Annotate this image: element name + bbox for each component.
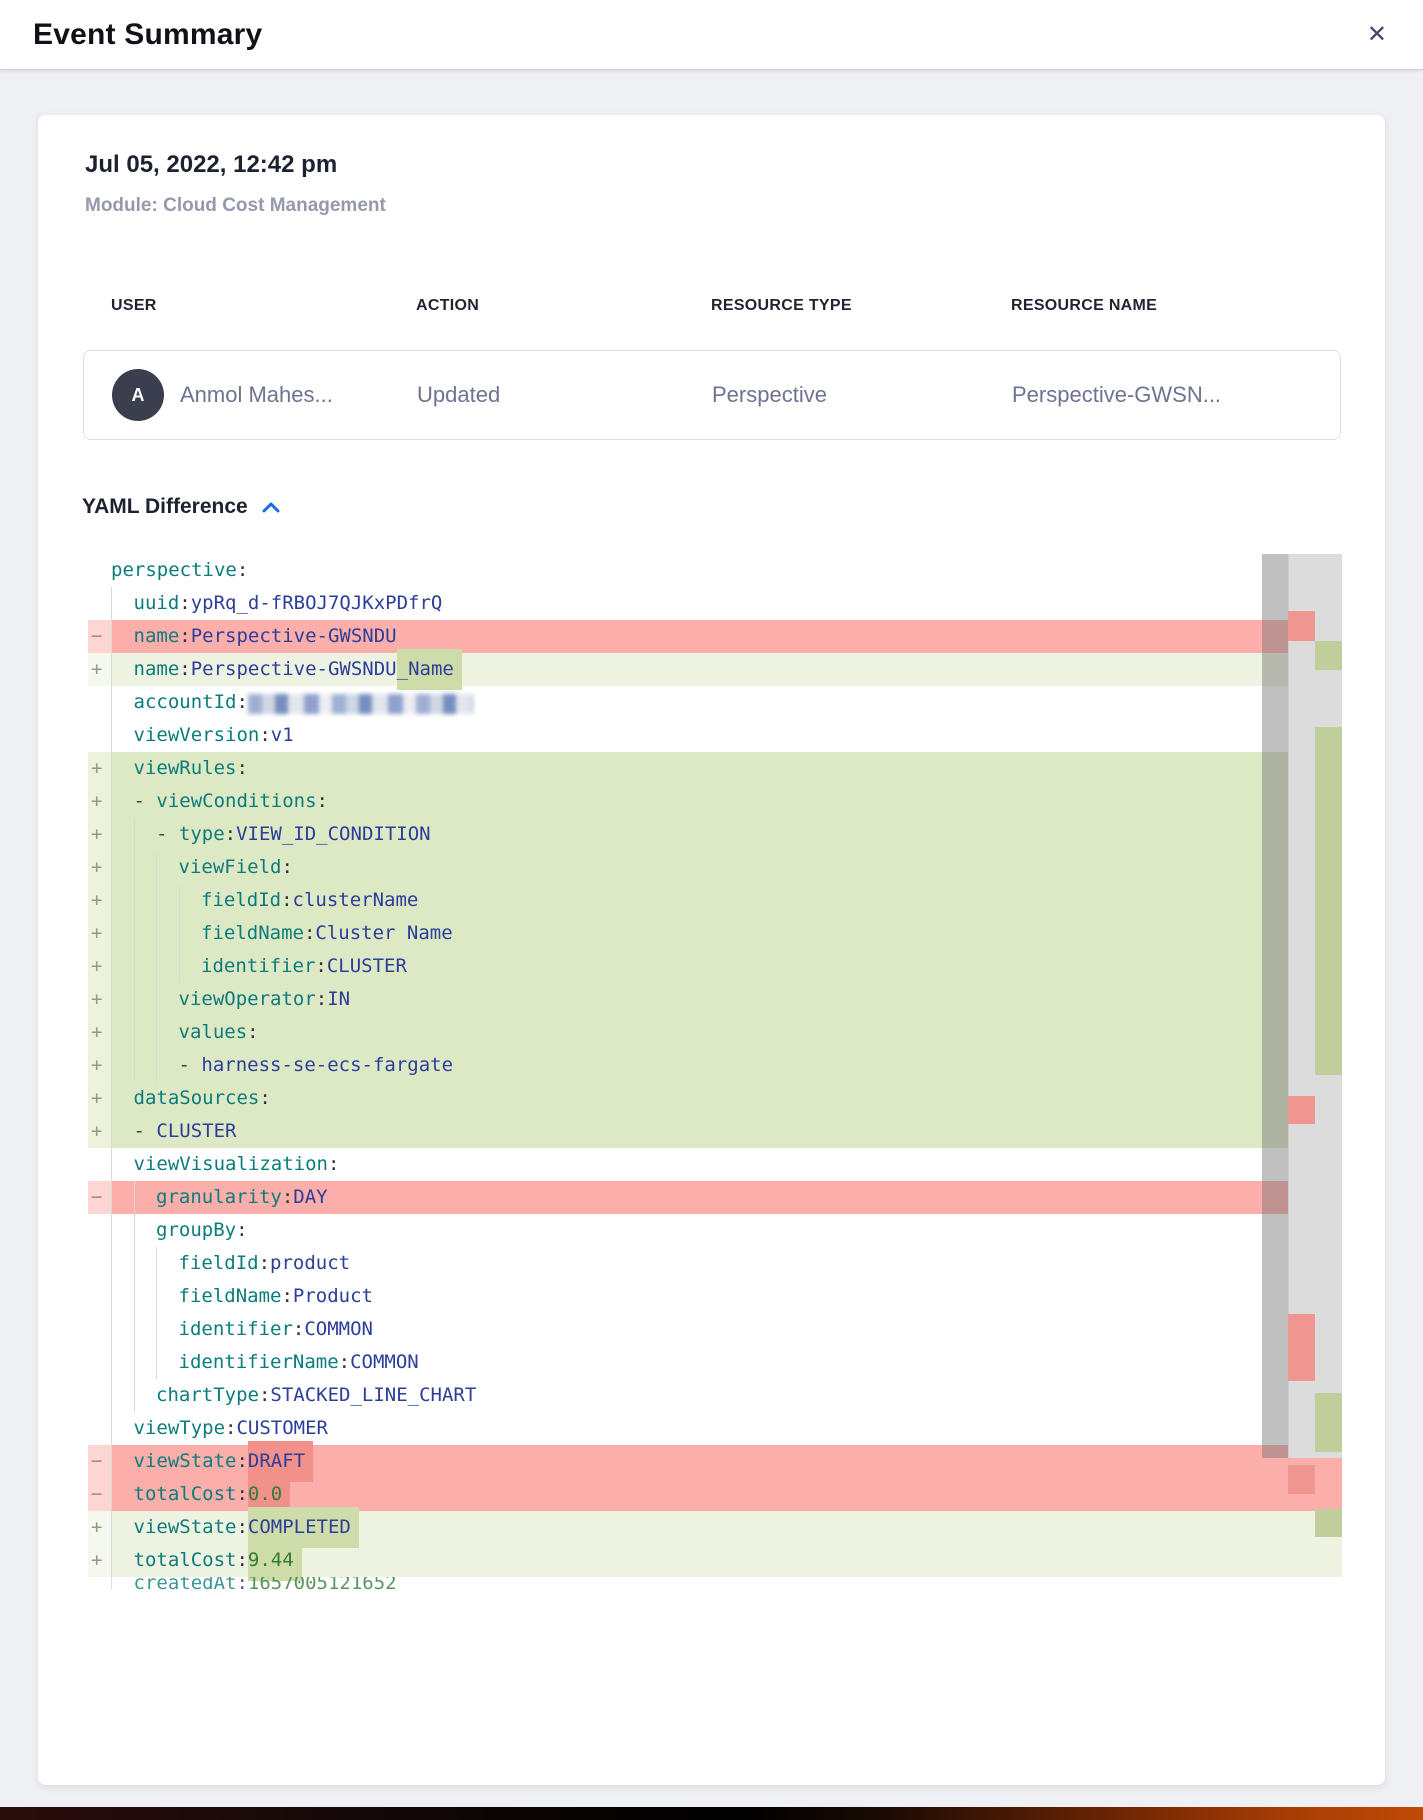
diff-gutter-sign [88,686,111,719]
audit-table-header: USER ACTION RESOURCE TYPE RESOURCE NAME [83,297,1341,315]
diff-gutter-sign: + [88,851,111,884]
diff-line: +fieldId: clusterName [88,884,1342,917]
diff-line: +- viewConditions: [88,785,1342,818]
user-name: Anmol Mahes... [180,382,333,408]
diff-gutter-sign: + [88,983,111,1016]
diff-gutter-sign [88,1148,111,1181]
col-resource-name: RESOURCE NAME [1011,297,1341,315]
diff-gutter-sign: + [88,818,111,851]
diff-line: viewVisualization: [88,1148,1342,1181]
diff-gutter-sign: + [88,917,111,950]
col-action: ACTION [416,297,711,315]
avatar: A [112,369,164,421]
diff-line: identifier: COMMON [88,1313,1342,1346]
col-resource-type: RESOURCE TYPE [711,297,1011,315]
diff-gutter-sign: + [88,1115,111,1148]
diff-line: +totalCost: 9.44 [88,1544,1342,1577]
diff-gutter-sign [88,1577,111,1590]
minimap-added-mark [1315,727,1342,1075]
minimap-removed-mark [1288,1465,1315,1494]
diff-gutter-sign: + [88,752,111,785]
diff-line: accountId: [88,686,1342,719]
diff-gutter-sign: + [88,785,111,818]
scrollbar-thumb[interactable] [1262,554,1288,1458]
diff-line: +- CLUSTER [88,1115,1342,1148]
event-date: Jul 05, 2022, 12:42 pm [85,151,337,179]
diff-line: +name: Perspective-GWSNDU_Name [88,653,1342,686]
diff-gutter-sign: + [88,1511,111,1544]
diff-lines: perspective: uuid: ypRq_d-fRBOJ7QJKxPDfr… [88,554,1342,1590]
diff-gutter-sign: + [88,1016,111,1049]
diff-gutter-sign [88,1280,111,1313]
yaml-diff-code: perspective: uuid: ypRq_d-fRBOJ7QJKxPDfr… [88,554,1342,1590]
chevron-up-icon[interactable] [262,501,280,514]
diff-gutter-sign [88,1412,111,1445]
diff-gutter-sign: + [88,884,111,917]
diff-line: +- harness-se-ecs-fargate [88,1049,1342,1082]
diff-line: +dataSources: [88,1082,1342,1115]
diff-gutter-sign: + [88,950,111,983]
diff-line: identifierName: COMMON [88,1346,1342,1379]
diff-gutter-sign: + [88,1544,111,1577]
diff-line: +- type: VIEW_ID_CONDITION [88,818,1342,851]
diff-gutter-sign [88,1247,111,1280]
diff-line: fieldName: Product [88,1280,1342,1313]
diff-gutter-sign: + [88,1082,111,1115]
page-title: Event Summary [33,18,262,52]
minimap-removed-mark [1288,1096,1315,1124]
diff-gutter-sign: − [88,620,111,653]
diff-gutter-sign: − [88,1445,111,1478]
table-row: A Anmol Mahes... Updated Perspective Per… [83,350,1341,440]
diff-line: fieldId: product [88,1247,1342,1280]
diff-gutter-sign [88,1313,111,1346]
minimap-removed-mark [1288,611,1315,641]
diff-gutter-sign [88,1346,111,1379]
user-cell: A Anmol Mahes... [112,369,417,421]
diff-line: createdAt: 1657005121652 [88,1577,1342,1590]
event-summary-card: Jul 05, 2022, 12:42 pm Module: Cloud Cos… [38,115,1385,1785]
event-module: Module: Cloud Cost Management [85,195,386,217]
diff-line: +fieldName: Cluster Name [88,917,1342,950]
resource-name-cell: Perspective-GWSN... [1012,382,1340,408]
modal-header: Event Summary ✕ [0,0,1423,70]
redacted-value [248,694,473,714]
diff-gutter-sign [88,1214,111,1247]
minimap-added-mark [1315,641,1342,670]
diff-line: groupBy: [88,1214,1342,1247]
diff-line: chartType: STACKED_LINE_CHART [88,1379,1342,1412]
diff-gutter-sign [88,587,111,620]
diff-line: +identifier: CLUSTER [88,950,1342,983]
diff-line: +viewField: [88,851,1342,884]
diff-line: +viewRules: [88,752,1342,785]
diff-line: perspective: [88,554,1342,587]
diff-line: −name: Perspective-GWSNDU [88,620,1342,653]
action-cell: Updated [417,382,712,408]
minimap-added-mark [1315,1509,1342,1537]
diff-line: viewVersion: v1 [88,719,1342,752]
diff-gutter-sign: + [88,653,111,686]
diff-gutter-sign [88,554,111,587]
diff-line: +viewOperator: IN [88,983,1342,1016]
diff-gutter-sign: − [88,1478,111,1511]
diff-line: uuid: ypRq_d-fRBOJ7QJKxPDfrQ [88,587,1342,620]
diff-gutter-sign [88,1379,111,1412]
minimap-removed-mark [1288,1314,1315,1381]
yaml-difference-section: YAML Difference [82,495,280,519]
diff-gutter-sign: + [88,1049,111,1082]
diff-line: −granularity: DAY [88,1181,1342,1214]
diff-gutter-sign [88,719,111,752]
yaml-difference-label: YAML Difference [82,495,248,519]
minimap-added-mark [1315,1393,1342,1452]
close-icon[interactable]: ✕ [1367,23,1387,47]
col-user: USER [111,297,416,315]
resource-type-cell: Perspective [712,382,1012,408]
diff-line: +values: [88,1016,1342,1049]
diff-gutter-sign: − [88,1181,111,1214]
bottom-edge-bar [0,1807,1423,1820]
